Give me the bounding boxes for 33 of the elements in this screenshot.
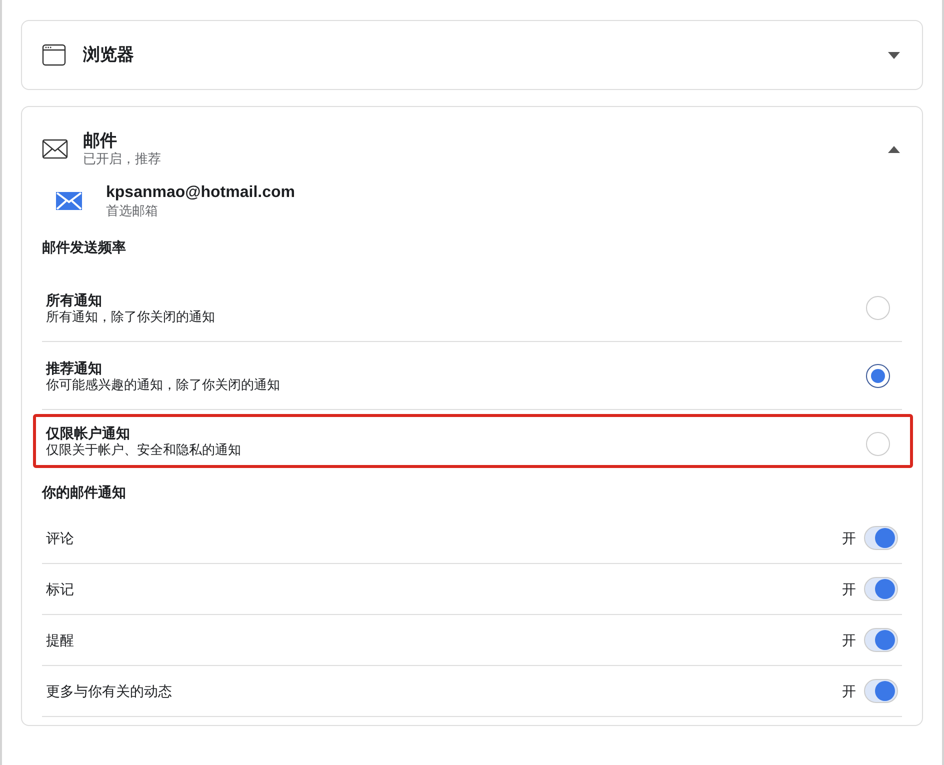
notification-label: 评论	[46, 528, 75, 548]
notification-label: 更多与你有关的动态	[46, 682, 173, 700]
toggle-switch[interactable]	[864, 526, 898, 550]
toggle-state-text: 开	[842, 682, 856, 700]
envelope-icon	[56, 192, 82, 210]
section-header[interactable]: 浏览器	[22, 21, 922, 89]
section-header[interactable]: 邮件 已开启，推荐	[22, 107, 922, 183]
toggle-state-text: 开	[842, 630, 856, 650]
option-description: 你可能感兴趣的通知，除了你关闭的通知	[46, 376, 281, 392]
option-description: 所有通知，除了你关闭的通知	[46, 308, 216, 324]
notification-label: 提醒	[46, 630, 75, 650]
option-title: 所有通知	[46, 290, 103, 308]
section-title: 邮件	[83, 131, 118, 151]
toggle-state-text: 开	[842, 528, 856, 548]
browser-window-icon	[42, 44, 66, 66]
group-heading: 邮件发送频率	[42, 238, 127, 257]
toggle-switch[interactable]	[864, 679, 898, 703]
option-title: 仅限帐户通知	[46, 424, 131, 442]
toggle-switch[interactable]	[864, 628, 898, 652]
caret-down-icon	[888, 52, 900, 58]
toggle-switch[interactable]	[864, 577, 898, 601]
group-heading: 你的邮件通知	[42, 483, 127, 502]
section-title: 浏览器	[83, 45, 135, 65]
section-subtitle: 已开启，推荐	[83, 151, 162, 167]
caret-up-icon	[888, 146, 900, 152]
option-title: 推荐通知	[46, 358, 103, 376]
envelope-icon	[42, 139, 68, 159]
radio-button[interactable]	[866, 364, 890, 388]
toggle-state-text: 开	[842, 580, 856, 598]
email-address: kpsanmao@hotmail.com	[106, 183, 295, 203]
notification-label: 标记	[46, 580, 75, 598]
account-note: 首选邮箱	[106, 203, 159, 219]
option-description: 仅限关于帐户、安全和隐私的通知	[46, 442, 242, 458]
